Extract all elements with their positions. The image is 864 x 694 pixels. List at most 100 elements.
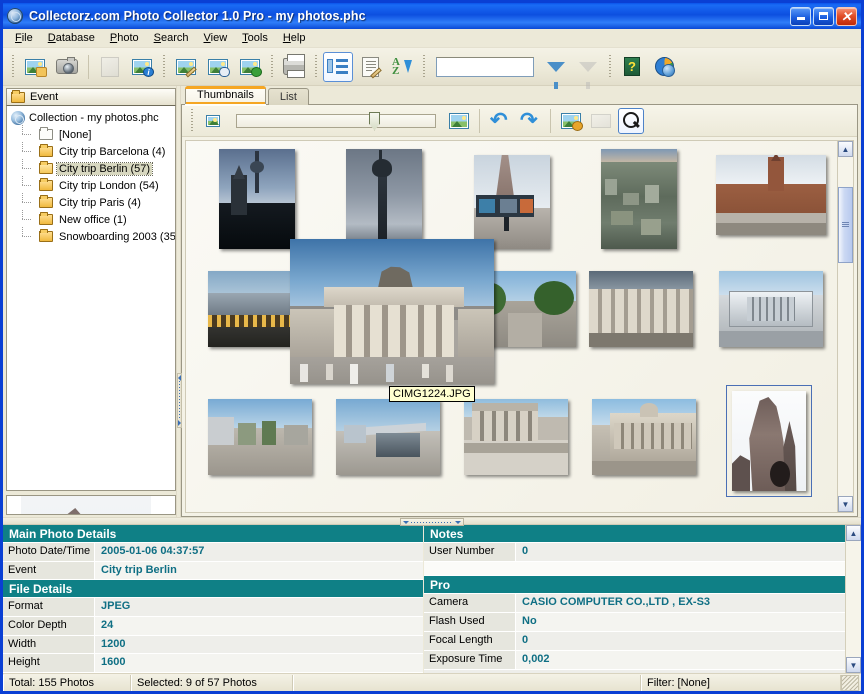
folder-tree-button[interactable] xyxy=(323,52,353,82)
scroll-up-button[interactable]: ▲ xyxy=(838,141,853,157)
thumbnail-scrollbar[interactable]: ▲ ▼ xyxy=(838,140,854,513)
sidebar-item-new-office[interactable]: New office (1) xyxy=(19,211,175,228)
thumbnail-street-shop[interactable] xyxy=(474,155,550,249)
scrollbar-thumb[interactable] xyxy=(838,187,853,263)
sidebar-item-snowboarding[interactable]: Snowboarding 2003 (35) xyxy=(19,228,175,245)
title-bar[interactable]: Collectorz.com Photo Collector 1.0 Pro -… xyxy=(3,3,861,29)
help-book-icon: ? xyxy=(624,57,640,76)
scrollbar-track[interactable] xyxy=(838,157,853,496)
toolbar-grip-2[interactable] xyxy=(162,55,166,79)
thumbnail-canopy-river[interactable] xyxy=(336,399,440,475)
photo-large-icon xyxy=(449,113,469,129)
rotate-right-button[interactable]: ↷ xyxy=(517,108,543,134)
thumbnail-palace-facade[interactable] xyxy=(592,399,696,475)
tree-root-node[interactable]: Collection - my photos.phc xyxy=(9,110,175,126)
resize-grip[interactable] xyxy=(841,675,859,691)
thumbnail-reichstag-steps[interactable] xyxy=(464,399,568,475)
scroll-down-button[interactable]: ▼ xyxy=(838,496,853,512)
details-scroll-down-button[interactable]: ▼ xyxy=(846,657,861,673)
menu-item-photo[interactable]: Photo xyxy=(103,30,146,47)
search-input[interactable] xyxy=(436,57,534,77)
edit-template-button[interactable] xyxy=(355,52,385,82)
vertical-splitter-handle[interactable] xyxy=(177,373,182,428)
small-thumbnail-button[interactable] xyxy=(200,108,226,134)
thumbnail-tv-tower-clouds[interactable] xyxy=(346,149,422,249)
add-from-camera-button[interactable] xyxy=(52,52,82,82)
event-tree[interactable]: Collection - my photos.phc [None] City t… xyxy=(6,106,176,491)
menu-item-database[interactable]: Database xyxy=(41,30,102,47)
toolbar-grip-4[interactable] xyxy=(314,55,318,79)
print-button[interactable] xyxy=(279,52,309,82)
add-photos-button[interactable] xyxy=(20,52,50,82)
tree-list-icon xyxy=(327,58,349,76)
vertical-splitter[interactable] xyxy=(176,86,181,517)
sidebar-item-none[interactable]: [None] xyxy=(19,126,175,143)
rotate-left-button[interactable]: ↶ xyxy=(487,108,513,134)
thumbnail-brandenburg-gate[interactable] xyxy=(290,239,494,384)
horizontal-splitter-handle[interactable] xyxy=(400,518,464,526)
thumbnail-classic-facade[interactable] xyxy=(589,271,693,347)
zoom-button[interactable] xyxy=(618,108,644,134)
thumbnail-modern-glass-building[interactable] xyxy=(719,271,823,347)
thumbnail-options-button[interactable] xyxy=(558,108,584,134)
main-toolbar: i xyxy=(3,48,861,86)
viewbar-grip[interactable] xyxy=(190,109,194,133)
web-update-button[interactable] xyxy=(649,52,679,82)
folder-icon xyxy=(39,231,53,242)
thumbnail-memorial-church[interactable] xyxy=(732,391,806,491)
menu-item-search[interactable]: Search xyxy=(147,30,196,47)
menu-item-tools[interactable]: Tools xyxy=(235,30,275,47)
photo-details-panel: Main Photo Details Photo Date/Time 2005-… xyxy=(3,525,861,673)
toolbar-grip-6[interactable] xyxy=(608,55,612,79)
menu-item-file[interactable]: File xyxy=(8,30,40,47)
toolbar-grip-3[interactable] xyxy=(270,55,274,79)
add-blank-photo-button[interactable] xyxy=(95,52,125,82)
tab-list[interactable]: List xyxy=(268,88,309,105)
details-scroll-up-button[interactable]: ▲ xyxy=(846,525,861,541)
thumbnail-aerial-city[interactable] xyxy=(601,149,677,249)
sidebar-item-berlin[interactable]: City trip Berlin (57) xyxy=(19,160,175,177)
details-scrollbar[interactable]: ▲ ▼ xyxy=(845,525,861,673)
slider-thumb[interactable] xyxy=(369,112,380,131)
status-filter: Filter: [None] xyxy=(641,675,841,691)
toolbar-grip[interactable] xyxy=(11,55,15,79)
row-key: Event xyxy=(3,562,95,581)
maximize-button[interactable] xyxy=(813,7,834,26)
horizontal-splitter[interactable] xyxy=(3,517,861,525)
photo-info-button[interactable]: i xyxy=(127,52,157,82)
sidebar-item-london[interactable]: City trip London (54) xyxy=(19,177,175,194)
minimize-button[interactable] xyxy=(790,7,811,26)
sidebar-item-barcelona[interactable]: City trip Barcelona (4) xyxy=(19,143,175,160)
rotate-left-icon: ↶ xyxy=(490,112,510,130)
edit-photo-button[interactable] xyxy=(171,52,201,82)
camera-icon xyxy=(56,59,78,74)
photo-preview-pane[interactable] xyxy=(6,495,176,515)
menu-bar: File Database Photo Search View Tools He… xyxy=(3,29,861,48)
sort-button[interactable]: AZ xyxy=(387,52,417,82)
tab-thumbnails[interactable]: Thumbnails xyxy=(185,86,266,104)
thumbnail-grid[interactable]: CIMG1224.JPG xyxy=(185,140,838,513)
toolbar-grip-5[interactable] xyxy=(422,55,426,79)
photo-gear-icon xyxy=(561,113,581,129)
slideshow-button[interactable] xyxy=(235,52,265,82)
large-thumbnail-button[interactable] xyxy=(446,108,472,134)
tab-label: List xyxy=(280,91,297,103)
thumbnail-size-slider[interactable] xyxy=(236,114,436,128)
sidebar-item-paris[interactable]: City trip Paris (4) xyxy=(19,194,175,211)
thumbnail-tv-tower-church[interactable] xyxy=(219,149,295,249)
collection-disc-icon xyxy=(11,111,25,125)
fullscreen-button[interactable] xyxy=(588,108,614,134)
folder-icon xyxy=(11,92,25,103)
clear-filter-button[interactable] xyxy=(573,52,603,82)
view-photo-button[interactable] xyxy=(203,52,233,82)
edit-filter-button[interactable] xyxy=(541,52,571,82)
menu-item-view[interactable]: View xyxy=(197,30,235,47)
thumbnail-plaza-walkway[interactable] xyxy=(208,399,312,475)
close-button[interactable]: ✕ xyxy=(836,7,857,26)
document-pencil-icon xyxy=(362,57,379,77)
menu-item-help[interactable]: Help xyxy=(276,30,313,47)
row-value: 24 xyxy=(95,617,423,636)
thumbnail-red-brick-building[interactable] xyxy=(716,155,826,235)
details-scrollbar-track[interactable] xyxy=(846,541,861,657)
help-button[interactable]: ? xyxy=(617,52,647,82)
